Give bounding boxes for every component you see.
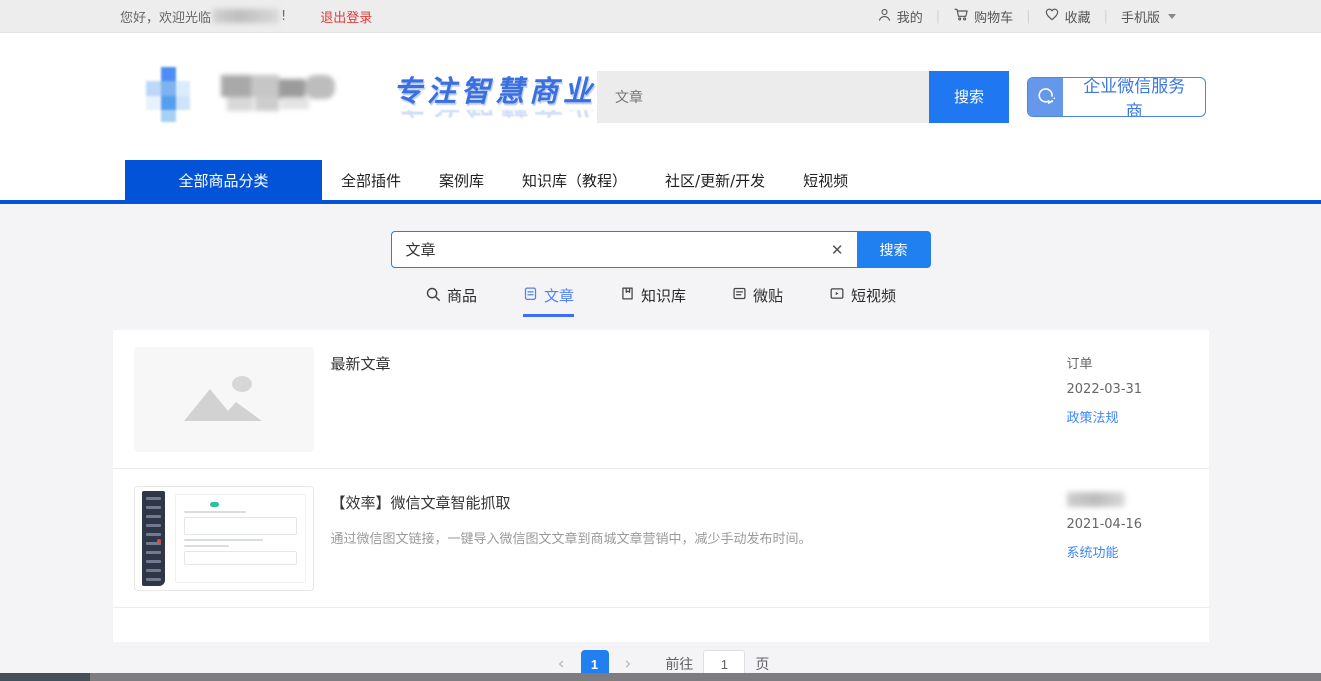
results-search-bar: ✕ 搜索 <box>391 231 931 268</box>
tab-micro-posts[interactable]: 微贴 <box>732 285 783 317</box>
result-type-tabs: 商品 文章 知识库 微贴 短视频 <box>0 285 1321 317</box>
header-search-button[interactable]: 搜索 <box>929 71 1009 123</box>
separator: | <box>1104 9 1108 24</box>
tab-short-videos[interactable]: 短视频 <box>829 285 896 317</box>
goto-label: 前往 <box>665 654 693 674</box>
logo-mark-blurred <box>145 67 205 127</box>
nav-item-knowledge-base[interactable]: 知识库（教程） <box>503 160 646 200</box>
bottom-strip-right <box>90 673 1321 681</box>
separator: | <box>1026 9 1030 24</box>
results-search-button[interactable]: 搜索 <box>857 231 931 268</box>
mobile-version-menu[interactable]: 手机版 <box>1121 7 1176 26</box>
tab-knowledge-base[interactable]: 知识库 <box>620 285 686 317</box>
nav-item-short-video[interactable]: 短视频 <box>784 160 867 200</box>
bottom-strip <box>0 673 1321 681</box>
bottom-strip-left <box>0 673 90 681</box>
result-date: 2021-04-16 <box>1067 517 1143 532</box>
nav-item-all-categories[interactable]: 全部商品分类 <box>125 160 322 200</box>
result-thumbnail-placeholder[interactable] <box>134 347 314 452</box>
mini-admin-form <box>175 494 306 583</box>
book-icon <box>620 286 635 305</box>
result-description: 通过微信图文链接，一键导入微信图文文章到商城文章营销中，减少手动发布时间。 <box>331 528 1043 547</box>
article-icon <box>523 286 538 305</box>
separator: | <box>936 9 940 24</box>
wecom-service-button[interactable]: 企业微信服务商 <box>1027 77 1206 117</box>
slogan-reflection: 专注智慧商业 <box>393 110 597 126</box>
result-thumbnail-screenshot[interactable] <box>134 486 314 591</box>
header-search-input[interactable] <box>597 71 929 123</box>
logo-text-blurred <box>221 71 349 123</box>
result-meta: 订单 <box>1067 353 1093 372</box>
blurred-meta <box>1067 492 1125 507</box>
mini-admin-sidebar <box>142 491 165 586</box>
results-search-input[interactable] <box>392 241 818 258</box>
site-logo[interactable] <box>145 67 349 127</box>
cart-link[interactable]: 购物车 <box>953 6 1013 26</box>
greeting-suffix: ! <box>281 9 286 24</box>
topbar: 您好，欢迎光临 ! 退出登录 我的 | 购物车 | 收藏 | 手 <box>0 0 1321 33</box>
prev-page-button[interactable]: ‹ <box>552 654 571 674</box>
favorites-link[interactable]: 收藏 <box>1044 6 1091 26</box>
main-nav: 全部商品分类 全部插件 案例库 知识库（教程） 社区/更新/开发 短视频 <box>0 160 1321 204</box>
wecom-chat-icon <box>1028 77 1063 117</box>
nav-item-all-plugins[interactable]: 全部插件 <box>322 160 420 200</box>
chevron-down-icon <box>1168 14 1176 19</box>
cart-icon <box>953 6 969 26</box>
result-title[interactable]: 最新文章 <box>331 353 1043 374</box>
site-header: 专注智慧商业 专注智慧商业 搜索 企业微信服务商 <box>0 33 1321 160</box>
tab-products[interactable]: 商品 <box>425 285 477 317</box>
result-row[interactable]: 最新文章 订单 2022-03-31 政策法规 <box>113 330 1209 469</box>
greeting-text: 您好，欢迎光临 ! <box>120 7 286 26</box>
my-account-link[interactable]: 我的 <box>877 7 923 26</box>
greeting-prefix: 您好，欢迎光临 <box>120 7 211 26</box>
brand-slogan: 专注智慧商业 专注智慧商业 <box>393 68 597 126</box>
logout-link[interactable]: 退出登录 <box>320 7 372 26</box>
result-row[interactable]: 【效率】微信文章智能抓取 通过微信图文链接，一键导入微信图文文章到商城文章营销中… <box>113 469 1209 608</box>
clear-input-icon[interactable]: ✕ <box>818 241 857 259</box>
nav-item-community[interactable]: 社区/更新/开发 <box>646 160 784 200</box>
result-category-link[interactable]: 系统功能 <box>1067 542 1119 561</box>
page-suffix-label: 页 <box>755 654 769 674</box>
header-search: 搜索 <box>597 71 1009 123</box>
tab-articles[interactable]: 文章 <box>523 285 574 317</box>
results-card: 最新文章 订单 2022-03-31 政策法规 <box>113 330 1209 642</box>
nav-item-case-library[interactable]: 案例库 <box>420 160 503 200</box>
post-icon <box>732 286 747 305</box>
mini-notification-badge <box>157 539 161 543</box>
next-page-button[interactable]: › <box>619 654 638 674</box>
video-icon <box>829 286 845 305</box>
result-category-link[interactable]: 政策法规 <box>1067 407 1119 426</box>
person-icon <box>877 7 892 26</box>
heart-icon <box>1044 6 1060 26</box>
search-icon <box>425 286 441 306</box>
result-title[interactable]: 【效率】微信文章智能抓取 <box>331 492 1043 513</box>
result-date: 2022-03-31 <box>1067 382 1143 397</box>
blurred-username <box>213 9 279 23</box>
main-content: ✕ 搜索 商品 文章 知识库 微贴 <box>0 204 1321 680</box>
image-placeholder-icon <box>178 369 270 431</box>
